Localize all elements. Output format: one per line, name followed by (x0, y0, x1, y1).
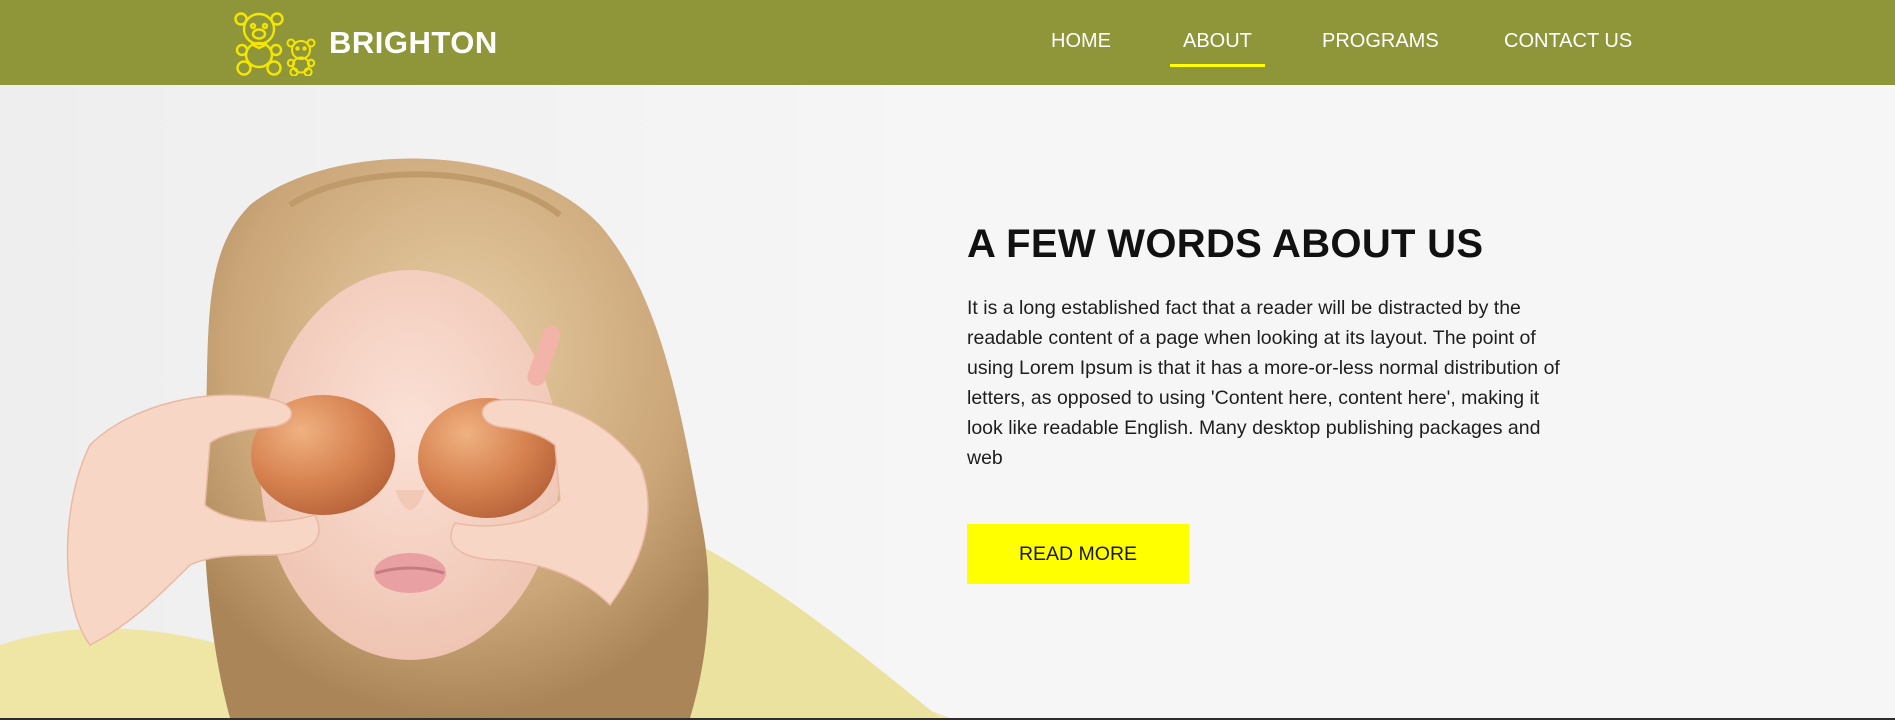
brand-name: BRIGHTON (329, 25, 498, 60)
nav-about[interactable]: ABOUT (1170, 30, 1265, 67)
teddy-bears-icon (234, 12, 316, 76)
nav-programs[interactable]: PROGRAMS (1322, 30, 1439, 53)
about-text: It is a long established fact that a rea… (967, 297, 1560, 469)
read-more-button[interactable]: READ MORE (967, 524, 1189, 584)
about-section: A FEW WORDS ABOUT US It is a long establ… (0, 85, 1895, 718)
about-content: A FEW WORDS ABOUT US It is a long establ… (967, 222, 1567, 584)
about-title: A FEW WORDS ABOUT US (967, 222, 1484, 266)
nav-contact-us[interactable]: CONTACT US (1504, 30, 1632, 53)
girl-with-eggs-image (0, 85, 960, 718)
site-logo[interactable]: BRIGHTON (233, 9, 498, 77)
nav-home[interactable]: HOME (1051, 30, 1111, 53)
top-navbar: BRIGHTON HOME ABOUT PROGRAMS CONTACT US (0, 0, 1895, 85)
